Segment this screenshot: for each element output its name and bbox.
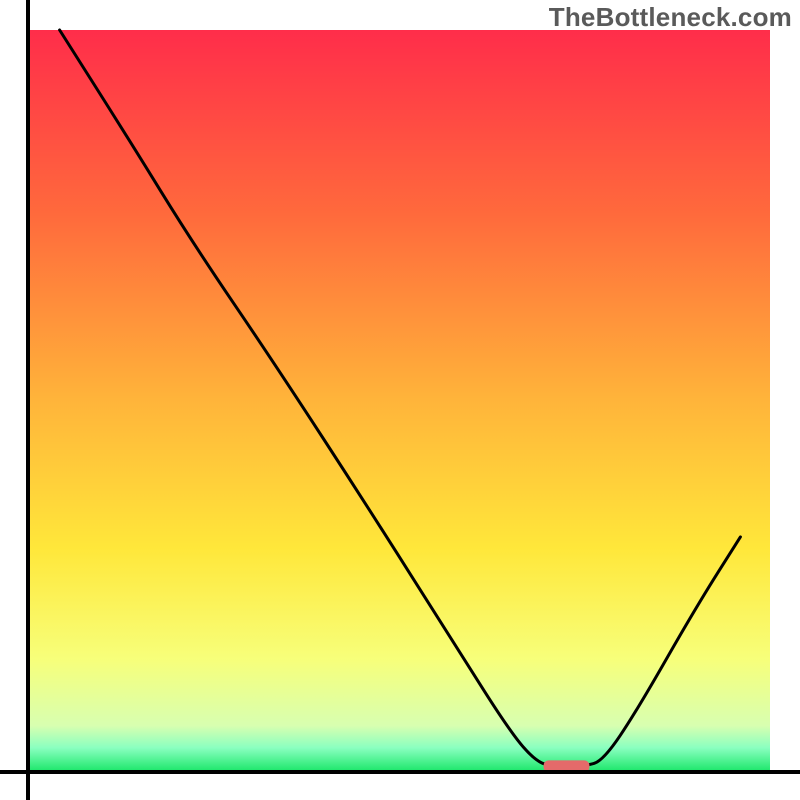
- plot-background: [30, 30, 770, 770]
- watermark-text: TheBottleneck.com: [549, 2, 792, 33]
- chart-plot: [0, 0, 800, 800]
- chart-container: TheBottleneck.com: [0, 0, 800, 800]
